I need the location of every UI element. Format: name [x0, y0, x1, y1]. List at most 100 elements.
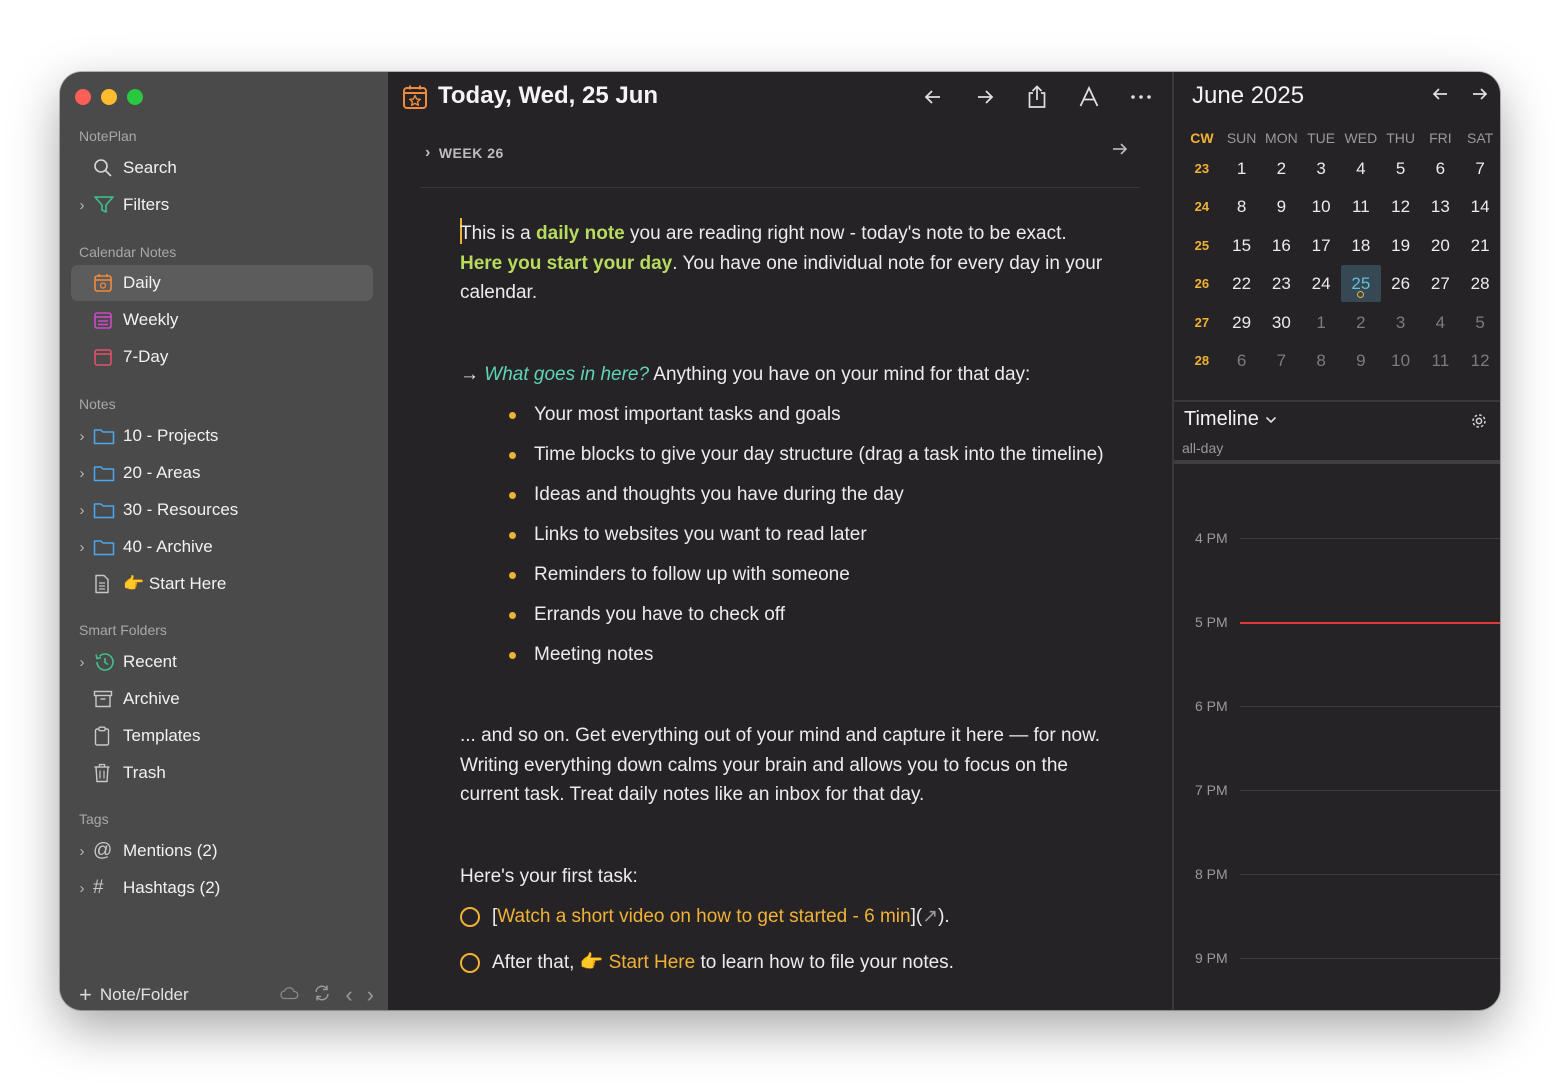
sidebar-item-7-day[interactable]: 7-Day [71, 339, 373, 375]
timeline-hour[interactable]: 7 PM [1174, 782, 1500, 802]
calendar-week-number[interactable]: 26 [1182, 271, 1222, 303]
timeline-hour[interactable]: 4 PM [1174, 530, 1500, 550]
chevron-right-icon[interactable]: › [71, 539, 93, 556]
calendar-day[interactable]: 16 [1262, 233, 1302, 265]
previous-day-button[interactable] [920, 84, 946, 110]
calendar-day[interactable]: 1 [1222, 156, 1262, 188]
calendar-day-next-month[interactable]: 10 [1381, 348, 1421, 380]
calendar-day[interactable]: 2 [1262, 156, 1302, 188]
forward-chevron-icon[interactable]: › [367, 982, 374, 1008]
calendar-day-next-month[interactable]: 4 [1421, 310, 1461, 342]
chevron-right-icon[interactable]: › [71, 502, 93, 519]
calendar-week-number[interactable]: 28 [1182, 348, 1222, 380]
sidebar-item-mentions[interactable]: › @ Mentions (2) [71, 833, 373, 869]
chevron-right-icon[interactable]: › [71, 880, 93, 897]
calendar-day[interactable]: 11 [1341, 194, 1381, 226]
week-toggle[interactable]: › WEEK 26 [425, 144, 504, 162]
timeline-dropdown[interactable]: Timeline [1184, 408, 1277, 431]
task-checkbox[interactable] [460, 952, 480, 973]
timeline-hour[interactable]: 9 PM [1174, 950, 1500, 970]
sidebar-item-folder[interactable]: › 30 - Resources [71, 492, 373, 528]
calendar-day[interactable]: 29 [1222, 310, 1262, 342]
timeline-hour[interactable]: 5 PM [1174, 614, 1500, 634]
calendar-week-number[interactable]: 27 [1182, 310, 1222, 342]
calendar-day[interactable]: 22 [1222, 271, 1262, 303]
chevron-right-icon[interactable]: › [71, 843, 93, 860]
calendar-day[interactable]: 23 [1262, 271, 1302, 303]
sidebar-item-folder[interactable]: › 40 - Archive [71, 529, 373, 565]
calendar-day[interactable]: 28 [1460, 271, 1500, 303]
calendar-day-next-month[interactable]: 6 [1222, 348, 1262, 380]
zoom-window-button[interactable] [127, 89, 143, 105]
next-month-button[interactable] [1472, 84, 1488, 107]
previous-month-button[interactable] [1432, 84, 1448, 107]
calendar-day[interactable]: 8 [1222, 194, 1262, 226]
calendar-day[interactable]: 18 [1341, 233, 1381, 265]
calendar-day[interactable]: 19 [1381, 233, 1421, 265]
calendar-day[interactable]: 5 [1381, 156, 1421, 188]
sidebar-item-folder[interactable]: › 20 - Areas [71, 455, 373, 491]
calendar-day-today[interactable]: 25 [1341, 265, 1381, 303]
sidebar-item-weekly[interactable]: Weekly [71, 302, 373, 338]
sidebar-item-templates[interactable]: Templates [71, 718, 373, 754]
note-body[interactable]: This is a daily note you are reading rig… [460, 218, 1110, 977]
sidebar-item-filters[interactable]: › Filters [71, 187, 373, 223]
next-day-button[interactable] [972, 84, 998, 110]
calendar-day[interactable]: 9 [1262, 194, 1302, 226]
timeline-hour[interactable]: 8 PM [1174, 866, 1500, 886]
calendar-day-next-month[interactable]: 11 [1421, 348, 1461, 380]
sidebar-item-archive[interactable]: Archive [71, 681, 373, 717]
calendar-day[interactable]: 26 [1381, 271, 1421, 303]
add-note-folder-button[interactable]: + Note/Folder [79, 984, 189, 1006]
chevron-right-icon[interactable]: › [71, 465, 93, 482]
calendar-day[interactable]: 3 [1301, 156, 1341, 188]
week-reference[interactable]: › WEEK 26 [420, 140, 1140, 188]
calendar-day-next-month[interactable]: 5 [1460, 310, 1500, 342]
calendar-day[interactable]: 21 [1460, 233, 1500, 265]
sidebar-item-hashtags[interactable]: › # Hashtags (2) [71, 870, 373, 906]
calendar-day[interactable]: 6 [1421, 156, 1461, 188]
calendar-day[interactable]: 13 [1421, 194, 1461, 226]
chevron-right-icon[interactable]: › [71, 197, 93, 214]
calendar-day-next-month[interactable]: 12 [1460, 348, 1500, 380]
calendar-day-next-month[interactable]: 9 [1341, 348, 1381, 380]
calendar-day[interactable]: 4 [1341, 156, 1381, 188]
cloud-icon[interactable] [279, 985, 299, 1005]
more-options-button[interactable] [1128, 84, 1154, 110]
sidebar-item-trash[interactable]: Trash [71, 755, 373, 791]
timeline-settings-button[interactable] [1470, 412, 1488, 435]
task-link[interactable]: Watch a short video on how to get starte… [497, 906, 910, 927]
font-button[interactable] [1076, 84, 1102, 110]
calendar-day-next-month[interactable]: 7 [1262, 348, 1302, 380]
sidebar-item-recent[interactable]: › Recent [71, 644, 373, 680]
calendar-day-next-month[interactable]: 2 [1341, 310, 1381, 342]
sidebar-item-start-here[interactable]: 👉 Start Here [71, 566, 373, 602]
open-week-button[interactable] [1112, 140, 1128, 161]
calendar-week-number[interactable]: 24 [1182, 194, 1222, 226]
calendar-day[interactable]: 15 [1222, 233, 1262, 265]
task-checkbox[interactable] [460, 907, 480, 927]
close-window-button[interactable] [75, 89, 91, 105]
share-button[interactable] [1024, 84, 1050, 110]
calendar-day[interactable]: 7 [1460, 156, 1500, 188]
minimize-window-button[interactable] [101, 89, 117, 105]
back-chevron-icon[interactable]: ‹ [345, 982, 352, 1008]
calendar-week-number[interactable]: 25 [1182, 233, 1222, 265]
calendar-day-next-month[interactable]: 8 [1301, 348, 1341, 380]
chevron-right-icon[interactable]: › [71, 428, 93, 445]
calendar-day[interactable]: 14 [1460, 194, 1500, 226]
external-link-icon[interactable]: ↗ [922, 906, 938, 927]
calendar-day[interactable]: 27 [1421, 271, 1461, 303]
calendar-day[interactable]: 24 [1301, 271, 1341, 303]
calendar-week-number[interactable]: 23 [1182, 156, 1222, 188]
calendar-day[interactable]: 17 [1301, 233, 1341, 265]
calendar-day-next-month[interactable]: 1 [1301, 310, 1341, 342]
calendar-day[interactable]: 20 [1421, 233, 1461, 265]
note-link-start-here[interactable]: 👉 Start Here [580, 952, 696, 973]
calendar-day[interactable]: 10 [1301, 194, 1341, 226]
timeline-hour[interactable]: 6 PM [1174, 698, 1500, 718]
sidebar-item-folder[interactable]: › 10 - Projects [71, 418, 373, 454]
sync-icon[interactable] [313, 984, 331, 1007]
chevron-right-icon[interactable]: › [71, 654, 93, 671]
calendar-day-next-month[interactable]: 3 [1381, 310, 1421, 342]
